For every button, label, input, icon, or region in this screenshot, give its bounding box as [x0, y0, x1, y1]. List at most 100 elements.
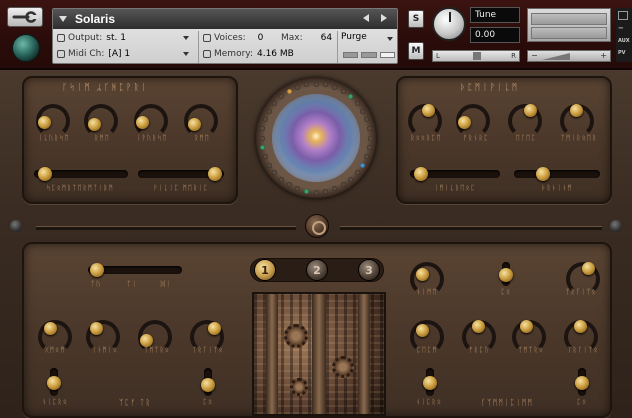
bottom-right-knob-1[interactable] [410, 320, 444, 354]
slider-handle[interactable] [201, 378, 215, 392]
orb-led-dot [354, 100, 360, 106]
center-eye-button[interactable] [305, 214, 329, 238]
page-button-3[interactable]: 3 [358, 259, 380, 281]
orb-led-dot [266, 162, 272, 168]
orb-led-dot [313, 189, 319, 195]
collapse-icon[interactable]: − [618, 24, 624, 32]
top-right-slider-2[interactable] [514, 167, 600, 181]
bottom-left-vslider-label: ᚾᛁᛈᚱᛟ [42, 398, 68, 406]
top-left-knob-2[interactable] [84, 104, 118, 138]
top-left-knob-label-1: ᛁᚳᚢᚱᛋᛖ [38, 134, 70, 142]
top-left-panel: ᚴᛋᛁᛗ ᛦᚴᚻᛈᚹᚱᛁ ᛁᚳᚢᚱᛋᛖ ᚱᛗᛖ ᛁᚹᚢᚱᛋᛖ ᚱᛗᛖ ᛋᛈᛟᛗᚱ… [22, 76, 238, 204]
output-selector[interactable]: Output: st. 1 [57, 31, 193, 45]
bottom-right-upper-knob-2[interactable] [566, 262, 600, 296]
nebula-orb-display[interactable] [256, 78, 376, 198]
bottom-right-vslider-2[interactable] [575, 368, 589, 396]
slider-tick-1: ᛏᚢ [90, 280, 102, 288]
slider-handle[interactable] [499, 268, 513, 282]
bottom-range-slider[interactable] [88, 263, 182, 277]
bottom-left-knob-4[interactable] [190, 320, 224, 354]
next-instrument-arrow-icon[interactable] [381, 14, 387, 22]
instrument-menu-chevron-icon[interactable] [59, 16, 67, 22]
slider-handle[interactable] [47, 376, 61, 390]
instrument-globe-icon[interactable] [12, 34, 40, 62]
pan-handle[interactable] [473, 52, 481, 60]
bottom-upper-vslider-label: ᛈᛟ [500, 288, 512, 296]
instrument-name[interactable]: Solaris [75, 12, 115, 26]
tune-knob[interactable] [432, 7, 466, 41]
bottom-left-vslider-2[interactable] [201, 368, 215, 396]
output-dropdown-icon[interactable] [183, 36, 189, 40]
orb-led-dot [260, 126, 266, 132]
bottom-left-vslider-2-label: ᛈᛟ [202, 398, 214, 406]
nebula-image [272, 94, 360, 182]
solo-button[interactable]: S [408, 10, 424, 28]
top-right-slider-1[interactable] [410, 167, 500, 181]
level-meter-right [531, 27, 607, 39]
orb-led-dot [367, 135, 373, 141]
top-right-knob-1[interactable] [408, 104, 442, 138]
top-left-panel-title: ᚴᛋᛁᛗ ᛦᚴᚻᛈᚹᚱᛁ [62, 83, 149, 93]
top-left-slider-1[interactable] [34, 167, 128, 181]
slider-handle[interactable] [208, 167, 222, 181]
slider-tick-3: ᛞᛁ [160, 280, 172, 288]
bottom-right-upper-knob[interactable] [410, 262, 444, 296]
orb-led-dot [331, 84, 337, 90]
page-button-2[interactable]: 2 [306, 259, 328, 281]
bottom-right-knob-3[interactable] [512, 320, 546, 354]
bottom-left-knob-label-2: ᛁᚾᛗᛁᛟ [92, 346, 118, 354]
slider-handle[interactable] [536, 167, 550, 181]
mute-button[interactable]: M [408, 42, 424, 60]
bottom-left-knob-label-4: ᛉᚱᚴᛁᛉᛟ [192, 346, 224, 354]
orb-led-dot [286, 182, 292, 188]
wrench-icon [12, 11, 38, 23]
tune-value[interactable]: 0.00 [470, 27, 520, 43]
purge-dropdown[interactable]: Purge [341, 32, 395, 46]
instrument-info-panel: Solaris Output: st. 1 Midi Ch: [A] 1 Voi… [52, 8, 398, 64]
top-right-slider-label-2: ᚦᚱᚾᛁᚾᛗ [541, 184, 573, 192]
bottom-upper-vslider[interactable] [499, 262, 513, 286]
midi-dropdown-icon[interactable] [183, 52, 189, 56]
bolt-left [10, 220, 22, 232]
midi-channel-selector[interactable]: Midi Ch: [A] 1 [57, 47, 193, 61]
slider-handle[interactable] [414, 167, 428, 181]
slider-handle[interactable] [575, 376, 589, 390]
bottom-right-vslider[interactable] [423, 368, 437, 396]
edit-instrument-button[interactable] [7, 7, 43, 27]
bottom-right-knob-4[interactable] [564, 320, 598, 354]
slider-handle[interactable] [90, 263, 104, 277]
divider [198, 31, 199, 63]
orb-led-dot [278, 94, 284, 100]
tune-label: Tune [470, 7, 520, 23]
top-left-knob-4[interactable] [184, 104, 218, 138]
top-left-slider-label-1: ᛋᛈᛟᛗᚱᛏᛖᚱᛗᛏᛁᛒᛗ [46, 184, 114, 192]
bottom-left-vslider[interactable] [47, 368, 61, 396]
bottom-right-knob-2[interactable] [462, 320, 496, 354]
top-right-knob-2[interactable] [456, 104, 490, 138]
bottom-left-knob-1[interactable] [38, 320, 72, 354]
top-right-knob-3[interactable] [508, 104, 542, 138]
pv-tab[interactable]: PV [618, 50, 626, 56]
slider-handle[interactable] [423, 376, 437, 390]
top-left-knob-1[interactable] [36, 104, 70, 138]
volume-slider[interactable]: − + [527, 50, 611, 62]
slider-handle[interactable] [38, 167, 52, 181]
pan-slider[interactable]: L R [432, 50, 520, 62]
max-voices-field[interactable]: Max: 64 [281, 31, 332, 45]
aux-tab[interactable]: AUX [618, 38, 630, 44]
orb-led-dot [262, 153, 268, 159]
rail-left [36, 226, 296, 230]
previous-instrument-arrow-icon[interactable] [363, 14, 369, 22]
orb-led-dot [272, 100, 278, 106]
bottom-left-knob-3[interactable] [138, 320, 172, 354]
top-right-knob-label-2: ᚠᚱᚾᚱᛈ [463, 134, 489, 142]
page-button-1[interactable]: 1 [254, 259, 276, 281]
top-left-knob-3[interactable] [134, 104, 168, 138]
close-icon[interactable] [618, 11, 628, 20]
bottom-left-knob-2[interactable] [86, 320, 120, 354]
top-right-knob-4[interactable] [560, 104, 594, 138]
orb-led-dot [364, 117, 370, 123]
bottom-right-knob-label-4: ᛉᚱᚴᛁᛉᛟ [567, 346, 599, 354]
voices-icon [203, 34, 211, 42]
top-left-slider-2[interactable] [138, 167, 224, 181]
